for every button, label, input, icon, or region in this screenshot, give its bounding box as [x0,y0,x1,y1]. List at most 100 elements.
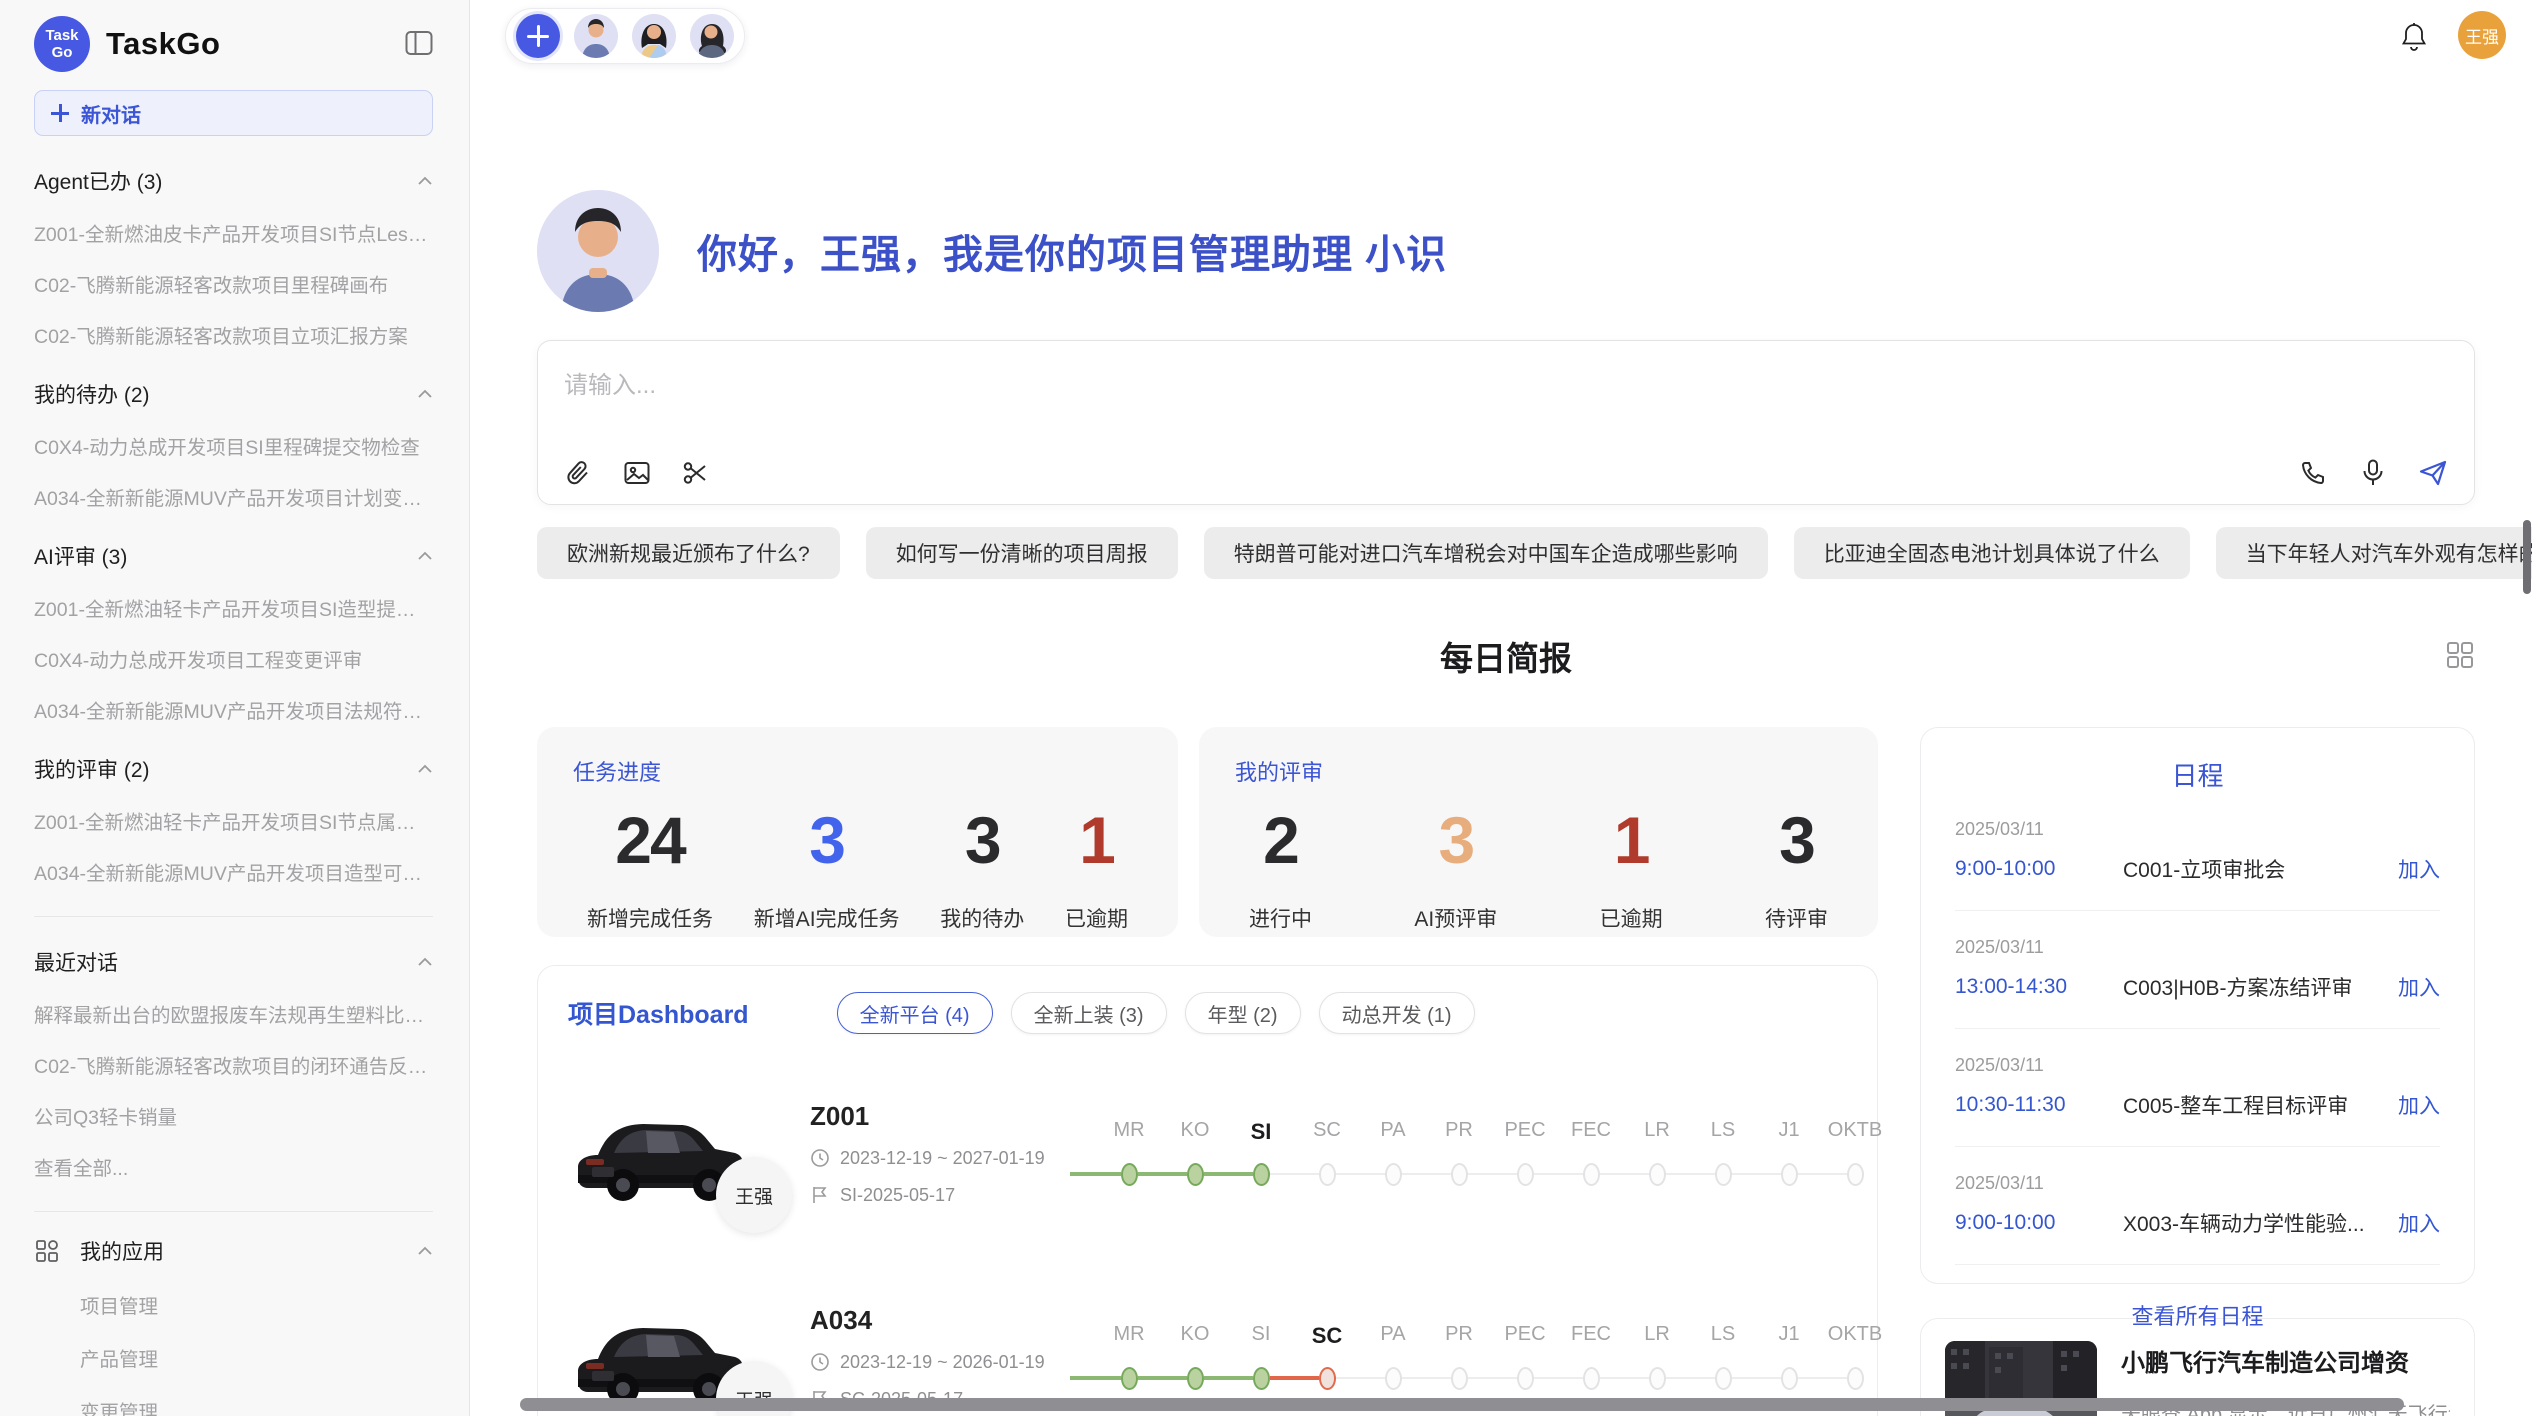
milestone-dot [1187,1367,1204,1390]
assistant-avatar [537,190,659,312]
suggestion-chip[interactable]: 当下年轻人对汽车外观有怎样的喜好趋势 [2216,527,2532,579]
recent-chat-item[interactable]: 解释最新出台的欧盟报废车法规再生塑料比例被调至15%... [34,999,433,1028]
project-row[interactable]: 王强 A034 2023-12-19 ~ 2026-01-19 [568,1272,1847,1416]
tab-model-year[interactable]: 年型 (2) [1185,992,1301,1034]
schedule-panel: 日程 2025/03/11 9:00-10:00 C001-立项审批会 加入 2… [1920,727,2475,1284]
stat-label: 进行中 [1249,903,1312,933]
suggestion-chip[interactable]: 比亚迪全固态电池计划具体说了什么 [1794,527,2190,579]
milestone-dot [1715,1163,1732,1186]
user-avatar[interactable]: 王强 [2458,11,2506,59]
agent-avatar-1[interactable] [574,14,618,58]
recent-chat-item[interactable]: C02-飞腾新能源轻客改款项目的闭环通告反馈情况 [34,1050,433,1079]
milestone-label: PR [1445,1323,1473,1353]
agent-avatar-3[interactable] [690,14,734,58]
stat-value: 24 [615,803,684,877]
main-content: 王强 你好，王强，我是你的项目管理助理 小识 请输入... [471,0,2532,1416]
milestone-node: KO [1162,1119,1228,1187]
recent-chats-view-all[interactable]: 查看全部... [34,1152,433,1181]
stat-ai-prereview: 3 AI预评审 [1414,803,1497,933]
composer-placeholder: 请输入... [564,365,2448,400]
sidebar-task-item[interactable]: Z001-全新燃油皮卡产品开发项目SI节点Lesson Learn报告 [34,218,433,247]
tab-new-body[interactable]: 全新上装 (3) [1011,992,1167,1034]
stat-pending-review: 3 待评审 [1765,803,1828,933]
recent-chat-item[interactable]: 公司Q3轻卡销量 [34,1101,433,1130]
app-item-change-mgmt[interactable]: 变更管理 [80,1396,433,1416]
milestone-node: PA [1360,1323,1426,1391]
scissors-icon[interactable] [680,458,710,488]
milestone-node: KO [1162,1323,1228,1391]
new-chat-button[interactable]: 新对话 [34,90,433,136]
sidebar-task-item[interactable]: A034-全新新能源MUV产品开发项目法规符合性评审 [34,695,433,724]
taskgo-logo: Task Go [34,16,90,72]
section-agent-done[interactable]: Agent已办 (3) [34,166,433,196]
layout-grid-icon[interactable] [2445,640,2475,670]
project-row[interactable]: 王强 Z001 2023-12-19 ~ 2027-01-19 [568,1068,1847,1238]
section-ai-review[interactable]: AI评审 (3) [34,541,433,571]
milestone-label: PEC [1504,1119,1545,1149]
section-my-todo[interactable]: 我的待办 (2) [34,379,433,409]
news-title: 小鹏飞行汽车制造公司增资 [2121,1343,2450,1378]
send-icon[interactable] [2418,458,2448,488]
sidebar-task-item[interactable]: Z001-全新燃油轻卡产品开发项目SI节点属性5D文件评审 [34,806,433,835]
horizontal-scrollbar[interactable] [520,1398,2404,1411]
tab-new-platform[interactable]: 全新平台 (4) [837,992,993,1034]
clock-icon [810,1148,830,1168]
agent-avatar-2[interactable] [632,14,676,58]
sidebar-task-item[interactable]: Z001-全新燃油轻卡产品开发项目SI造型提交物评审 [34,593,433,622]
sidebar-task-item[interactable]: C02-飞腾新能源轻客改款项目立项汇报方案 [34,320,433,349]
milestone-dot [1451,1367,1468,1390]
sidebar-task-item[interactable]: C0X4-动力总成开发项目SI里程碑提交物检查 [34,431,433,460]
microphone-icon[interactable] [2358,458,2388,488]
divider [1955,1264,2440,1265]
milestone-dot [1517,1163,1534,1186]
sidebar-collapse-icon[interactable] [405,30,433,56]
task-progress-card: 任务进度 24 新增完成任务 3 新增AI完成任务 3 我的待办 [537,727,1178,937]
event-name: C001-立项审批会 [2123,854,2386,884]
sidebar-task-item[interactable]: A034-全新新能源MUV产品开发项目造型可行性评审 [34,857,433,886]
event-join-link[interactable]: 加入 [2398,972,2440,1002]
sidebar-task-item[interactable]: C02-飞腾新能源轻客改款项目里程碑画布 [34,269,433,298]
app-item-project-mgmt[interactable]: 项目管理 [80,1290,433,1319]
event-join-link[interactable]: 加入 [2398,1090,2440,1120]
clock-icon [810,1352,830,1372]
app-item-product-mgmt[interactable]: 产品管理 [80,1343,433,1372]
project-thumbnail: 王强 [568,1097,748,1209]
milestone-label: J1 [1778,1323,1799,1353]
milestone-label: KO [1181,1119,1210,1149]
milestone-dot [1517,1367,1534,1390]
event-join-link[interactable]: 加入 [2398,1208,2440,1238]
milestone-node: OKTB [1822,1119,1888,1187]
sidebar-item-my-apps[interactable]: 我的应用 [34,1236,433,1266]
suggestion-chip[interactable]: 欧洲新规最近颁布了什么? [537,527,840,579]
milestone-dot [1583,1367,1600,1390]
milestone-dot [1187,1163,1204,1186]
vertical-scrollbar[interactable] [2523,520,2531,594]
milestone-dot [1319,1163,1336,1186]
tab-powertrain[interactable]: 动总开发 (1) [1319,992,1475,1034]
event-join-link[interactable]: 加入 [2398,854,2440,884]
sidebar-task-item[interactable]: C0X4-动力总成开发项目工程变更评审 [34,644,433,673]
view-all-schedule-link[interactable]: 查看所有日程 [1955,1299,2440,1331]
add-agent-button[interactable] [516,14,560,58]
section-title: 我的待办 (2) [34,379,150,409]
section-recent-chats[interactable]: 最近对话 [34,947,433,977]
sidebar-task-item[interactable]: A034-全新新能源MUV产品开发项目计划变更表编写 [34,482,433,511]
divider [1955,1028,2440,1029]
section-title: Agent已办 (3) [34,166,162,196]
milestone-node: PEC [1492,1323,1558,1391]
image-icon[interactable] [622,458,652,488]
app-title: TaskGo [106,26,220,62]
milestone-label: SC [1312,1323,1343,1353]
event-date: 2025/03/11 [1955,1055,2440,1076]
milestone-dot [1781,1163,1798,1186]
chat-composer[interactable]: 请输入... [537,340,2475,505]
stat-label: 我的待办 [940,903,1024,933]
milestone-dot [1121,1163,1138,1186]
attachment-icon[interactable] [564,458,594,488]
suggestion-chip[interactable]: 特朗普可能对进口汽车增税会对中国车企造成哪些影响 [1204,527,1768,579]
milestone-label: OKTB [1828,1119,1882,1149]
suggestion-chip[interactable]: 如何写一份清晰的项目周报 [866,527,1178,579]
section-my-review[interactable]: 我的评审 (2) [34,754,433,784]
phone-icon[interactable] [2298,458,2328,488]
notification-bell-icon[interactable] [2400,22,2428,52]
